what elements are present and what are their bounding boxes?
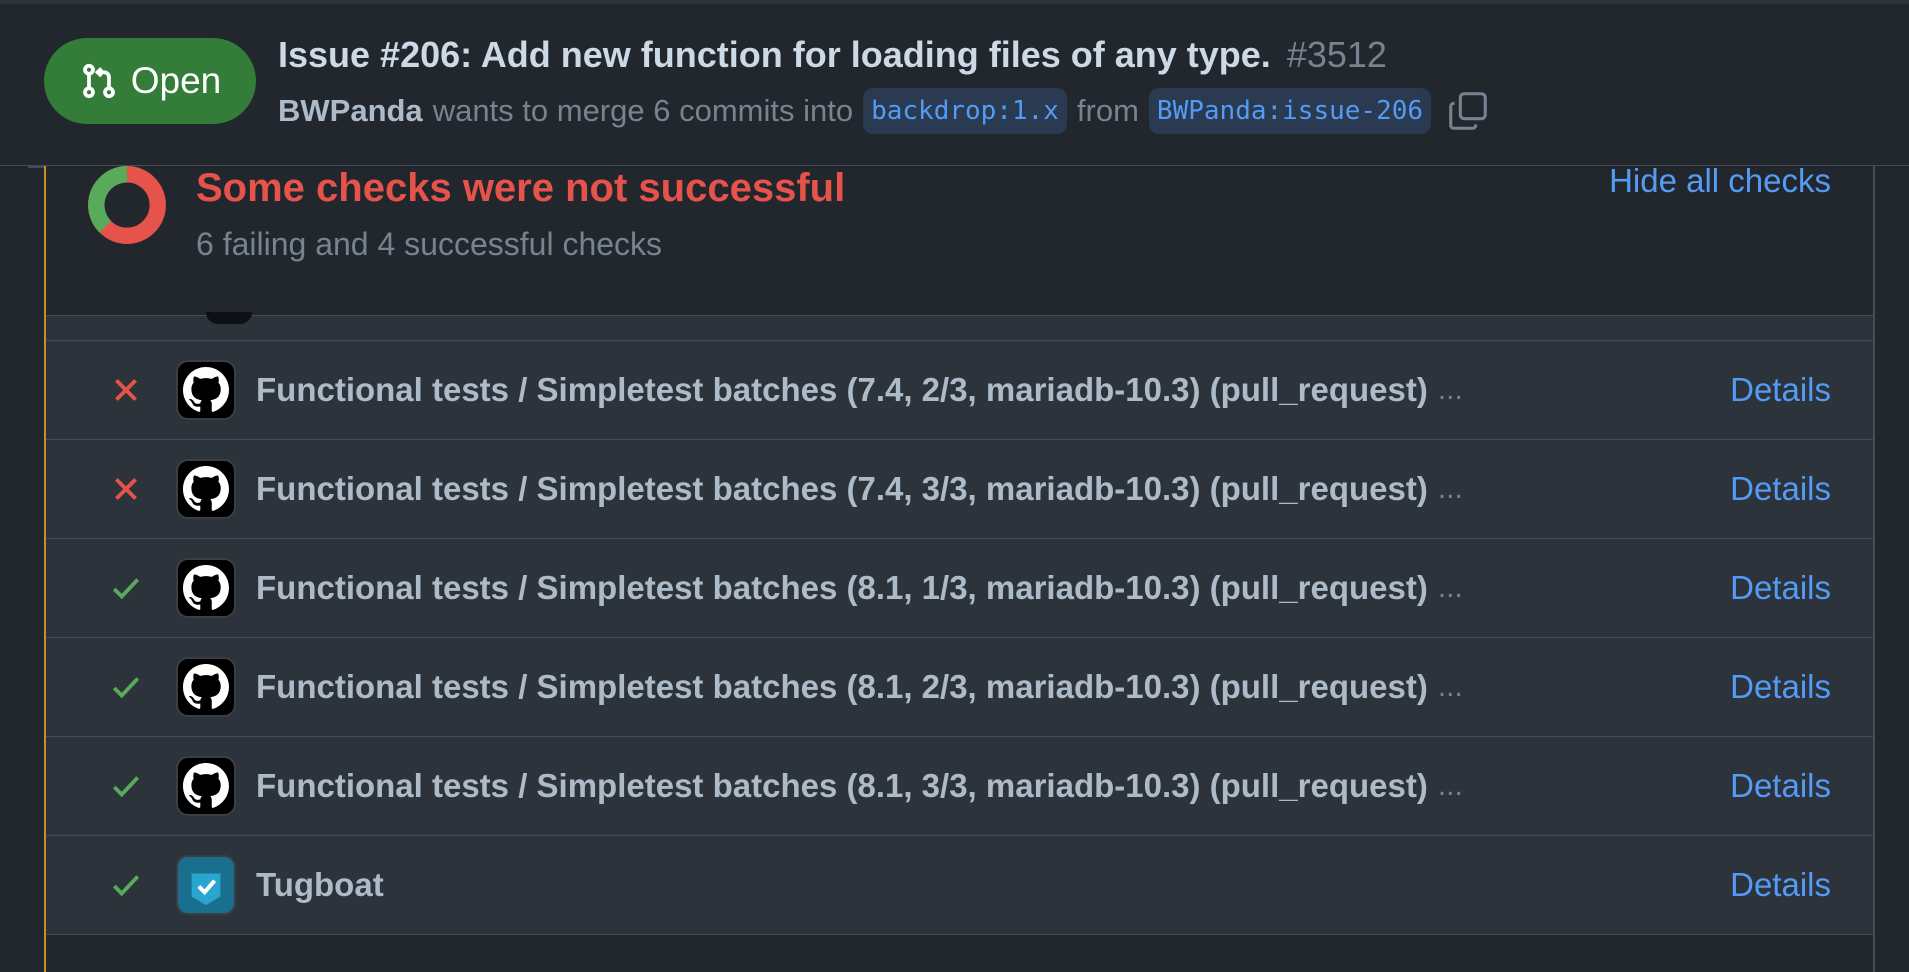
pass-check-icon bbox=[112, 875, 140, 897]
pr-title-text: Issue #206: Add new function for loading… bbox=[278, 34, 1271, 75]
check-name: Functional tests / Simpletest batches (8… bbox=[256, 767, 1428, 804]
status-cell bbox=[96, 769, 156, 803]
merge-text: wants to merge 6 commits into bbox=[432, 93, 854, 128]
git-pull-request-icon bbox=[82, 63, 115, 99]
pr-header: Open Issue #206: Add new function for lo… bbox=[0, 4, 1909, 166]
state-label: Open bbox=[130, 60, 222, 101]
details-link[interactable]: Details bbox=[1730, 866, 1831, 904]
check-row: Functional tests / Simpletest batches (8… bbox=[46, 737, 1873, 836]
expand-ellipsis[interactable]: ... bbox=[1438, 670, 1463, 704]
head-branch[interactable]: BWPanda:issue-206 bbox=[1148, 88, 1432, 134]
github-icon bbox=[176, 360, 236, 420]
details-link[interactable]: Details bbox=[1730, 569, 1831, 607]
checks-summary: Some checks were not successful 6 failin… bbox=[46, 162, 1873, 316]
author-link[interactable]: BWPanda bbox=[278, 93, 423, 129]
check-row: Functional tests / Simpletest batches (7… bbox=[46, 440, 1873, 539]
details-link[interactable]: Details bbox=[1730, 371, 1831, 409]
github-icon bbox=[176, 756, 236, 816]
check-name: Tugboat bbox=[256, 866, 384, 903]
fail-x-icon bbox=[115, 478, 137, 500]
pass-check-icon bbox=[112, 776, 140, 798]
check-name: Functional tests / Simpletest batches (7… bbox=[256, 371, 1428, 408]
check-name: Functional tests / Simpletest batches (8… bbox=[256, 569, 1428, 606]
expand-ellipsis[interactable]: ... bbox=[1438, 373, 1463, 407]
details-link[interactable]: Details bbox=[1730, 668, 1831, 706]
pass-check-icon bbox=[112, 677, 140, 699]
checks-summary-title: Some checks were not successful bbox=[196, 166, 846, 210]
github-icon bbox=[176, 459, 236, 519]
from-text: from bbox=[1076, 93, 1139, 128]
status-cell bbox=[96, 670, 156, 704]
details-link[interactable]: Details bbox=[1730, 767, 1831, 805]
check-status-donut-icon bbox=[88, 166, 166, 244]
check-row: Functional tests / Simpletest batches (8… bbox=[46, 539, 1873, 638]
check-row: Functional tests / Simpletest batches (8… bbox=[46, 638, 1873, 737]
check-name: Functional tests / Simpletest batches (7… bbox=[256, 470, 1428, 507]
pr-meta: BWPanda wants to merge 6 commits into ba… bbox=[278, 88, 1491, 134]
status-cell bbox=[96, 868, 156, 902]
github-icon bbox=[176, 558, 236, 618]
status-cell bbox=[96, 373, 156, 407]
status-cell bbox=[96, 472, 156, 506]
check-row: Functional tests / Simpletest batches (7… bbox=[46, 341, 1873, 440]
expand-ellipsis[interactable]: ... bbox=[1438, 769, 1463, 803]
github-icon bbox=[176, 657, 236, 717]
pr-title: Issue #206: Add new function for loading… bbox=[278, 34, 1387, 76]
base-branch[interactable]: backdrop:1.x bbox=[863, 88, 1067, 134]
check-row: Tugboat Details bbox=[46, 836, 1873, 935]
copy-icon[interactable] bbox=[1445, 88, 1491, 134]
checks-summary-subtitle: 6 failing and 4 successful checks bbox=[196, 226, 663, 262]
hide-all-checks-link[interactable]: Hide all checks bbox=[1609, 162, 1831, 200]
status-cell bbox=[96, 571, 156, 605]
details-link[interactable]: Details bbox=[1730, 470, 1831, 508]
tugboat-icon bbox=[176, 855, 236, 915]
check-name: Functional tests / Simpletest batches (8… bbox=[256, 668, 1428, 705]
checks-list: Functional tests / Simpletest batches (7… bbox=[46, 312, 1873, 935]
checks-panel: Some checks were not successful 6 failin… bbox=[44, 162, 1875, 972]
open-state-badge: Open bbox=[44, 38, 256, 124]
expand-ellipsis[interactable]: ... bbox=[1438, 571, 1463, 605]
fail-x-icon bbox=[115, 379, 137, 401]
expand-ellipsis[interactable]: ... bbox=[1438, 472, 1463, 506]
pass-check-icon bbox=[112, 578, 140, 600]
list-scroll-edge bbox=[46, 312, 1873, 341]
pr-number: #3512 bbox=[1286, 34, 1387, 75]
